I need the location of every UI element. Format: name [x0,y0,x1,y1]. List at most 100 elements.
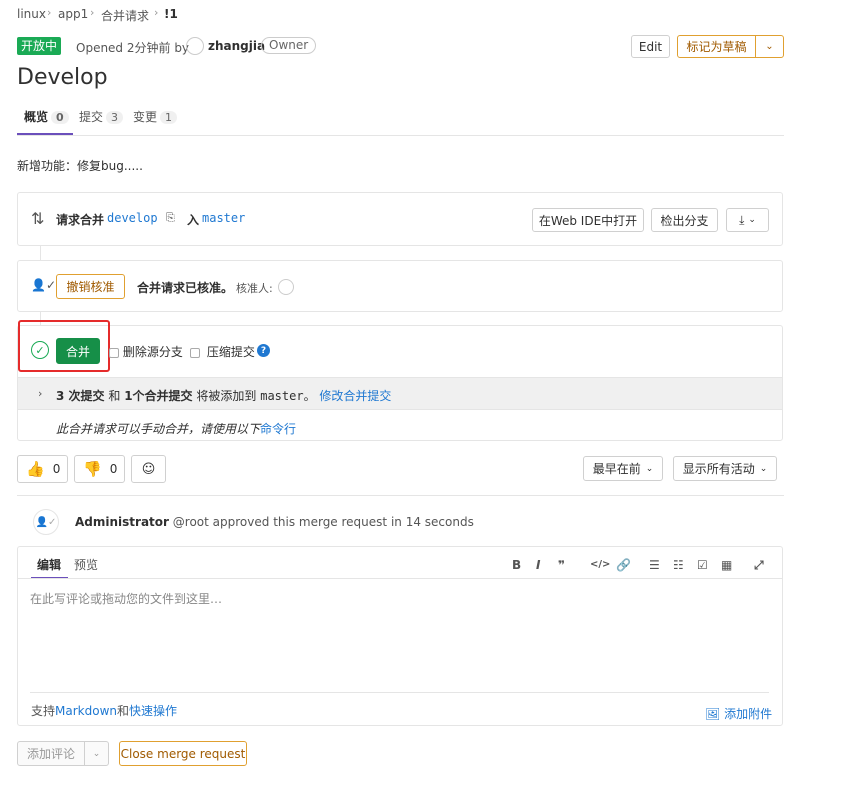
download-dropdown-button[interactable]: ⤓ ⌄ [726,208,769,232]
thumbs-down-icon: 👎 [83,460,102,478]
squash-label: 压缩提交 [206,345,255,359]
merge-prefix: 请求合并 [56,213,105,227]
approver-avatar[interactable] [278,279,294,295]
thumbs-up-button[interactable]: 👍 0 [17,455,68,483]
revoke-approval-button[interactable]: 撤销核准 [56,274,125,299]
add-comment-button[interactable]: 添加评论 [17,741,85,766]
manual-merge-hint: 此合并请求可以手动合并，请使用以下命令行 [56,420,296,437]
quick-actions-link[interactable]: 快速操作 [129,704,177,718]
table-icon[interactable]: ▦ [721,558,732,572]
activity-handle[interactable]: @root [173,515,209,529]
italic-icon[interactable]: I [536,558,540,572]
into-text: 入 [187,213,200,227]
task-list-icon[interactable]: ☑ [697,558,708,572]
merge-commit-count: 1个合并提交 [124,389,193,403]
source-branch[interactable]: develop [107,211,158,225]
tab-write[interactable]: 编辑 [37,556,61,573]
tab-count: 3 [106,111,124,124]
chevron-down-icon: ⌄ [765,41,774,52]
tab-changes[interactable]: 变更 1 [133,108,178,125]
merge-button[interactable]: 合并 [56,338,100,364]
delete-source-checkbox[interactable] [109,347,119,358]
tab-label: 变更 [133,110,158,124]
target-branch-text: master。 [260,389,316,403]
numbered-list-icon[interactable]: ☷ [673,558,684,572]
squash-option[interactable]: 压缩提交 [190,343,255,360]
role-badge: Owner [261,37,317,54]
breadcrumb-mr-id[interactable]: !1 [164,7,178,21]
breadcrumb-app1[interactable]: app1 [58,7,88,21]
approver-label: 核准人: [236,282,273,295]
breadcrumb-linux[interactable]: linux [17,7,46,21]
smiley-icon: ☺ [141,461,156,477]
sort-label: 最早在前 [592,462,641,476]
commit-summary-text: 3 次提交 和 1个合并提交 将被添加到 master。 修改合并提交 [56,387,391,404]
sort-dropdown[interactable]: 最早在前 ⌄ [583,456,663,481]
target-branch[interactable]: master [202,211,245,225]
open-webide-button[interactable]: 在Web IDE中打开 [532,208,644,232]
author-avatar[interactable] [186,37,204,55]
fullscreen-icon[interactable]: ⤢ [754,558,764,573]
divider [17,495,784,496]
quote-icon[interactable]: ❞ [558,558,565,572]
timeline-connector [40,246,41,260]
chevron-down-icon: ⌄ [645,463,654,474]
editor-tab-divider [18,578,782,579]
chevron-right-icon: › [154,6,159,19]
squash-checkbox[interactable] [190,347,200,358]
breadcrumb-merge-requests[interactable]: 合并请求 [101,7,149,24]
activity-user[interactable]: Administrator [75,515,169,529]
comment-type-dropdown[interactable]: ⌄ [84,741,109,766]
page-title: Develop [17,65,108,90]
approval-panel [17,260,783,312]
and-text: 和 [108,389,121,403]
checkout-branch-button[interactable]: 检出分支 [651,208,718,232]
chevron-right-icon[interactable]: › [38,387,42,400]
comment-textarea[interactable]: 在此写评论或拖动您的文件到这里… [30,590,222,607]
chevron-down-icon: ⌄ [759,463,768,474]
activity-text: approved this merge request in 14 second… [212,515,474,529]
code-icon[interactable]: </> [590,559,610,570]
activity-filter-dropdown[interactable]: 显示所有活动 ⌄ [673,456,777,481]
tabs-divider [17,135,784,136]
chevron-down-icon: ⌄ [92,748,101,759]
approval-activity-icon: 👤✓ [33,509,59,535]
tab-count: 1 [160,111,178,124]
thumbs-down-button[interactable]: 👎 0 [74,455,125,483]
copy-icon[interactable]: ⎘ [166,211,175,225]
thumbs-up-icon: 👍 [26,460,45,478]
attach-file-button[interactable]: 🖼 添加附件 [705,705,772,722]
link-icon[interactable]: 🔗 [616,558,631,572]
command-line-link[interactable]: 命令行 [260,422,296,436]
close-merge-request-button[interactable]: Close merge request [119,741,247,766]
tab-count: 0 [51,111,69,124]
modify-merge-commit-link[interactable]: 修改合并提交 [319,389,391,403]
support-text: 支持 [31,704,56,718]
bullet-list-icon[interactable]: ☰ [649,558,660,572]
help-icon[interactable]: ? [257,344,270,357]
editor-footer-divider [30,692,769,693]
tab-preview[interactable]: 预览 [74,556,98,573]
chevron-right-icon: › [47,6,52,19]
tab-commits[interactable]: 提交 3 [79,108,124,125]
bold-icon[interactable]: B [512,558,521,572]
opened-text: Opened 2分钟前 by [76,41,190,55]
approved-text: 合并请求已核准。 [137,281,234,295]
tab-label: 提交 [79,110,104,124]
mark-draft-button[interactable]: 标记为草稿 [677,35,756,58]
chevron-down-icon: ⌄ [748,215,756,225]
author-name[interactable]: zhangjia [208,39,265,53]
success-check-icon: ✓ [31,341,49,359]
status-badge: 开放中 [17,37,62,55]
delete-source-label: 删除源分支 [122,345,183,359]
chevron-right-icon: › [90,6,95,19]
edit-button[interactable]: Edit [631,35,670,58]
tab-overview[interactable]: 概览 0 [24,108,69,125]
attach-label: 添加附件 [724,707,773,721]
download-icon: ⤓ [739,212,745,227]
delete-source-option[interactable]: 删除源分支 [109,343,183,360]
filter-label: 显示所有活动 [682,462,755,476]
add-reaction-button[interactable]: ☺ [131,455,166,483]
draft-dropdown-button[interactable]: ⌄ [755,35,784,58]
markdown-link[interactable]: Markdown [55,704,117,718]
